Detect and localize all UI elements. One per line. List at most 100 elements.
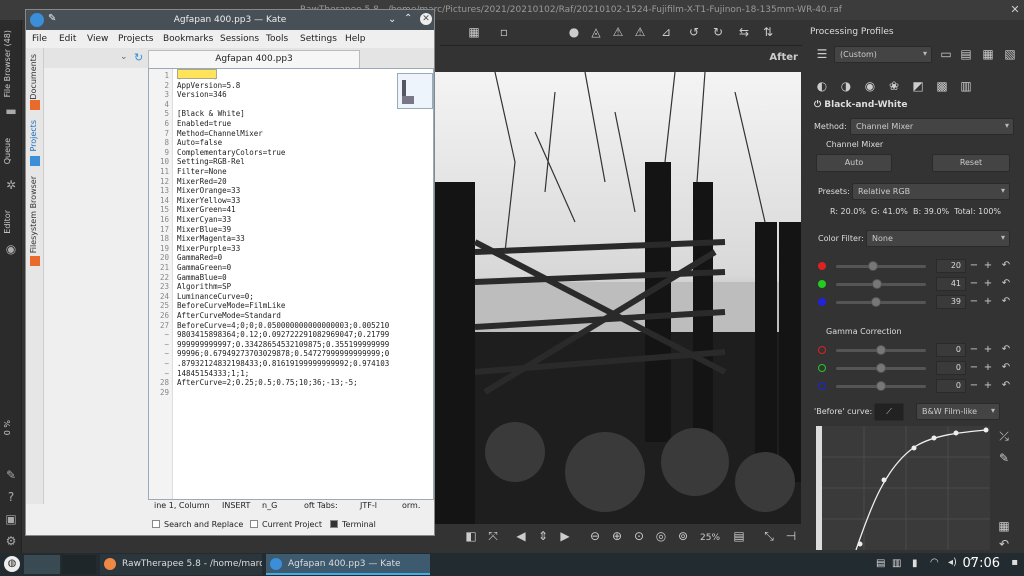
flip-horizontal-icon[interactable]: ⇆ <box>736 24 752 40</box>
color-tab-icon[interactable]: ◉ <box>862 78 878 94</box>
straighten-icon[interactable]: ⊿ <box>658 24 674 40</box>
mixer-blue-reset-icon[interactable]: ↶ <box>1000 295 1012 309</box>
collapse-icon[interactable]: ⤡ <box>761 528 777 544</box>
method-select[interactable]: Channel Mixer <box>850 118 1014 135</box>
gamma-green-slider[interactable] <box>836 363 926 373</box>
zoom-fit-icon[interactable]: ⊙ <box>631 528 647 544</box>
menu-file[interactable]: File <box>32 34 47 44</box>
rt-close-icon[interactable]: ✕ <box>1008 3 1022 17</box>
tab-file-browser[interactable]: File Browser (48) <box>3 30 12 97</box>
rotate-left-icon[interactable]: ↺ <box>686 24 702 40</box>
profile-list-icon[interactable]: ☰ <box>814 46 830 62</box>
before-curve-select[interactable]: B&W Film-like <box>916 403 1000 420</box>
menu-bookmarks[interactable]: Bookmarks <box>163 34 213 44</box>
refresh-icon[interactable]: ↻ <box>134 51 143 64</box>
gamma-blue-reset-icon[interactable]: ↶ <box>1000 379 1012 393</box>
mixer-green-slider[interactable] <box>836 279 926 289</box>
language-mode[interactable]: n_G <box>262 501 277 510</box>
pick-curve-icon[interactable]: ✎ <box>996 450 1012 466</box>
menu-help[interactable]: Help <box>345 34 366 44</box>
mixer-green-value[interactable]: 41 <box>936 277 966 291</box>
mixer-red-knob[interactable] <box>868 261 878 271</box>
gear-icon[interactable]: ✲ <box>4 178 18 192</box>
warning-highlight-icon[interactable]: ⚠ <box>632 24 648 40</box>
reset-curve-icon[interactable]: ↶ <box>996 536 1012 552</box>
zoom-out-icon[interactable]: ⊖ <box>587 528 603 544</box>
curve-editor[interactable] <box>816 426 990 550</box>
pin-icon[interactable]: ✎ <box>4 468 18 482</box>
color-picker-icon[interactable]: ▫ <box>496 24 512 40</box>
code-area[interactable]: [Version]AppVersion=5.8Version=346[Black… <box>149 69 435 499</box>
menu-sessions[interactable]: Sessions <box>220 34 259 44</box>
current-project-tab[interactable]: Current Project <box>250 520 322 529</box>
tab-documents[interactable]: Documents <box>29 54 38 100</box>
exposure-tab-icon[interactable]: ◐ <box>814 78 830 94</box>
gamma-red-value[interactable]: 0 <box>936 343 966 357</box>
curve-type-button[interactable]: ⟋ <box>874 403 904 421</box>
gamma-green-value[interactable]: 0 <box>936 361 966 375</box>
mixer-green-knob[interactable] <box>872 279 882 289</box>
input-mode[interactable]: INSERT <box>222 501 250 510</box>
details-tab-icon[interactable]: ◑ <box>838 78 854 94</box>
mixer-red-value[interactable]: 20 <box>936 259 966 273</box>
transform-tab-icon[interactable]: ◩ <box>910 78 926 94</box>
arrow-up-down-icon[interactable]: ⇕ <box>535 528 551 544</box>
menu-edit[interactable]: Edit <box>59 34 76 44</box>
clock[interactable]: 07:06 <box>963 556 1000 571</box>
flip-vertical-icon[interactable]: ⇅ <box>760 24 776 40</box>
save-profile-icon[interactable]: ▤ <box>958 46 974 62</box>
rotate-right-icon[interactable]: ↻ <box>710 24 726 40</box>
cursor-position[interactable]: ine 1, Column <box>154 501 210 510</box>
focus-mask-icon[interactable]: ● <box>566 24 582 40</box>
gamma-blue-minus[interactable]: − <box>968 379 980 393</box>
mixer-green-minus[interactable]: − <box>968 277 980 291</box>
presets-select[interactable]: Relative RGB <box>852 183 1010 200</box>
printer-icon[interactable]: ▤ <box>876 558 885 569</box>
close-icon[interactable]: ✕ <box>420 13 432 25</box>
advanced-tab-icon[interactable]: ❀ <box>886 78 902 94</box>
show-desktop-icon[interactable]: ▪ <box>1011 557 1018 568</box>
menu-settings[interactable]: Settings <box>300 34 337 44</box>
fullscreen-icon[interactable]: ▣ <box>4 512 18 526</box>
clipboard-icon[interactable]: ▥ <box>892 558 901 569</box>
menu-projects[interactable]: Projects <box>118 34 153 44</box>
code-editor[interactable]: 1 2 3 4 5 6 7 8 9 10 11 12 13 14 15 16 17 18 19 20 21 22 23 24 2… <box>148 68 434 500</box>
gamma-green-minus[interactable]: − <box>968 361 980 375</box>
mixer-blue-value[interactable]: 39 <box>936 295 966 309</box>
wifi-icon[interactable]: ◠ <box>930 557 939 568</box>
image-preview[interactable] <box>435 72 801 524</box>
mixer-blue-minus[interactable]: − <box>968 295 980 309</box>
pin-window-icon[interactable]: ✎ <box>48 13 56 24</box>
menu-tools[interactable]: Tools <box>266 34 288 44</box>
color-filter-select[interactable]: None <box>866 230 1010 247</box>
desktop-1[interactable] <box>24 555 60 574</box>
minimize-icon[interactable]: ⌄ <box>388 14 396 25</box>
meta-tab-icon[interactable]: ▥ <box>958 78 974 94</box>
tab-projects[interactable]: Projects <box>29 120 38 152</box>
folder-icon[interactable]: ▬ <box>4 104 18 118</box>
task-rawtherapee[interactable]: RawTherapee 5.8 - /home/marc/Pi... <box>100 554 262 575</box>
mixer-red-reset-icon[interactable]: ↶ <box>1000 259 1012 273</box>
encoding[interactable]: JTF-l <box>360 501 377 510</box>
gamma-blue-value[interactable]: 0 <box>936 379 966 393</box>
tab-queue[interactable]: Queue <box>3 138 12 164</box>
terminal-tab[interactable]: Terminal <box>330 520 376 529</box>
gamma-blue-knob[interactable] <box>876 381 886 391</box>
toggle-panel-icon[interactable]: ⊣ <box>783 528 799 544</box>
tab-editor[interactable]: Editor <box>3 210 12 234</box>
menu-view[interactable]: View <box>87 34 108 44</box>
gamma-blue-slider[interactable] <box>836 381 926 391</box>
copy-profile-icon[interactable]: ▦ <box>980 46 996 62</box>
mixer-green-reset-icon[interactable]: ↶ <box>1000 277 1012 291</box>
mixer-blue-plus[interactable]: + <box>982 295 994 309</box>
gamma-red-plus[interactable]: + <box>982 343 994 357</box>
battery-icon[interactable]: ▮ <box>912 558 918 569</box>
shadow-clip-icon[interactable]: ◬ <box>588 24 604 40</box>
chevron-down-icon[interactable]: ⌄ <box>120 52 128 62</box>
gamma-green-knob[interactable] <box>876 363 886 373</box>
desktop-2[interactable] <box>62 555 96 574</box>
reset-button[interactable]: Reset <box>932 154 1010 172</box>
new-detail-icon[interactable]: ▤ <box>731 528 747 544</box>
gamma-red-knob[interactable] <box>876 345 886 355</box>
indentation-setting[interactable]: oft Tabs: <box>304 501 338 510</box>
